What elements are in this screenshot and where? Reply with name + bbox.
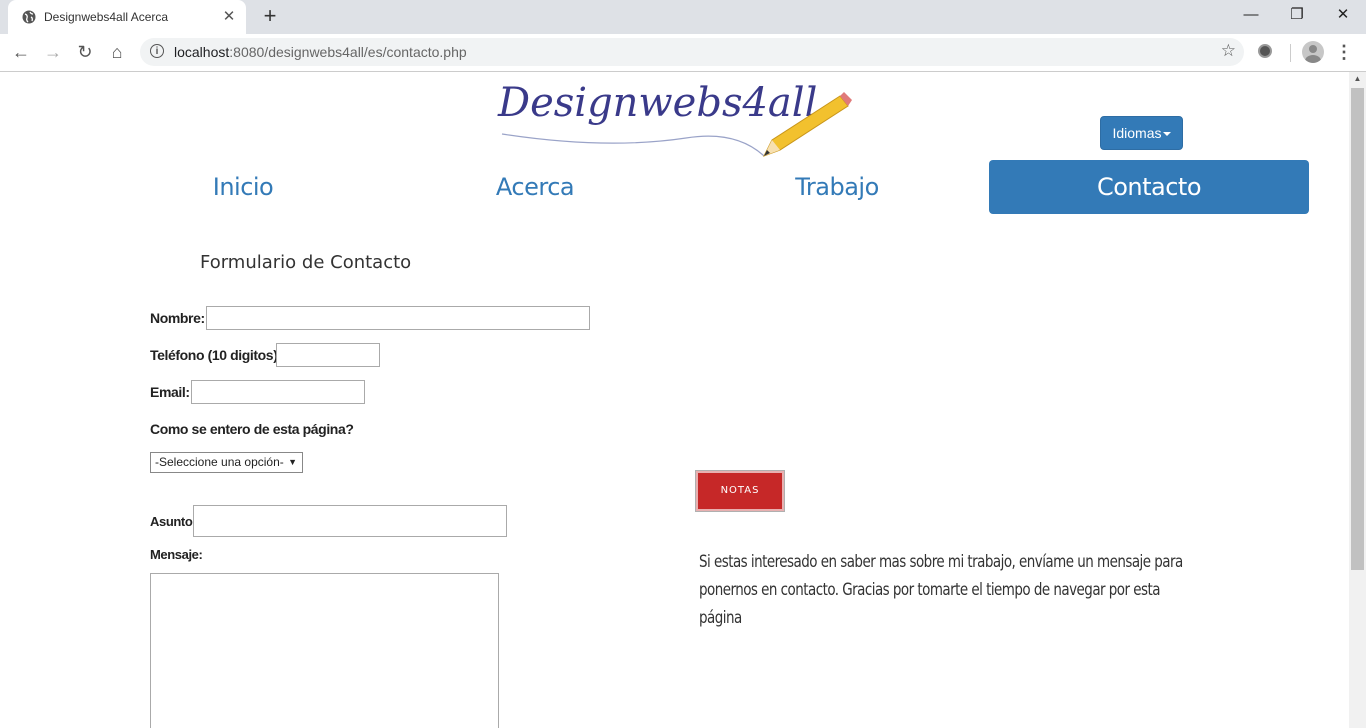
source-select[interactable]: -Seleccione una opción- ▼ [150, 452, 303, 473]
subject-label: Asunto: [150, 514, 197, 529]
browser-toolbar: ← → ↻ ⌂ i localhost:8080/designwebs4all/… [0, 34, 1366, 72]
page-scrollbar[interactable]: ▲ [1349, 72, 1366, 728]
url-path: :8080/designwebs4all/es/contacto.php [229, 44, 467, 60]
language-dropdown-button[interactable]: Idiomas [1100, 116, 1183, 150]
globe-icon [22, 10, 36, 24]
name-input[interactable] [206, 306, 590, 330]
message-textarea[interactable] [150, 573, 499, 728]
forward-icon[interactable]: → [41, 40, 65, 64]
restore-icon[interactable]: ❐ [1274, 0, 1320, 30]
name-label: Nombre: [150, 310, 205, 326]
browser-tab[interactable]: Designwebs4all Acerca ✕ [8, 0, 246, 34]
tab-title: Designwebs4all Acerca [44, 10, 169, 24]
nav-inicio[interactable]: Inicio [168, 160, 318, 214]
caret-down-icon [1162, 132, 1171, 137]
nav-contacto[interactable]: Contacto [989, 160, 1309, 214]
message-label: Mensaje: [150, 547, 203, 562]
email-input[interactable] [191, 380, 365, 404]
dropdown-arrow-icon: ▼ [288, 457, 297, 467]
reload-icon[interactable]: ↻ [73, 40, 97, 64]
phone-input[interactable] [276, 343, 380, 367]
back-icon[interactable]: ← [9, 40, 33, 64]
toolbar-divider [1290, 44, 1291, 62]
minimize-icon[interactable]: — [1228, 0, 1274, 30]
site-info-icon[interactable]: i [150, 44, 164, 58]
bookmark-star-icon[interactable]: ☆ [1221, 41, 1236, 61]
browser-menu-icon[interactable]: ⋮ [1334, 40, 1354, 64]
source-select-value: -Seleccione una opción- [155, 455, 284, 469]
browser-tab-bar: Designwebs4all Acerca ✕ + — ❐ ✕ [0, 0, 1366, 34]
form-title: Formulario de Contacto [200, 252, 412, 273]
home-icon[interactable]: ⌂ [105, 40, 129, 64]
site-logo[interactable]: Designwebs4all [496, 78, 856, 160]
pencil-icon [501, 92, 852, 157]
close-tab-icon[interactable]: ✕ [220, 8, 238, 26]
url-text[interactable]: localhost:8080/designwebs4all/es/contact… [174, 44, 467, 60]
phone-label: Teléfono (10 digitos): [150, 347, 282, 363]
scroll-up-arrow-icon[interactable]: ▲ [1349, 72, 1366, 86]
page-content: Designwebs4all Idiomas Inicio Acerca Tra… [0, 72, 1349, 728]
source-question: Como se entero de esta página? [150, 421, 354, 437]
notas-badge-text: NOTAS [720, 485, 760, 496]
notas-badge: NOTAS [695, 470, 785, 512]
url-host: localhost [174, 44, 230, 60]
profile-avatar-icon[interactable] [1302, 41, 1324, 63]
new-tab-icon[interactable]: + [258, 5, 282, 29]
extension-icon[interactable] [1258, 44, 1272, 58]
close-window-icon[interactable]: ✕ [1320, 0, 1366, 30]
email-label: Email: [150, 384, 190, 400]
nav-acerca[interactable]: Acerca [460, 160, 610, 214]
language-button-label: Idiomas [1112, 125, 1162, 141]
address-bar[interactable]: i localhost:8080/designwebs4all/es/conta… [140, 38, 1244, 66]
subject-input[interactable] [193, 505, 507, 537]
scroll-thumb[interactable] [1351, 88, 1364, 570]
notes-paragraph: Si estas interesado en saber mas sobre m… [699, 552, 1183, 628]
nav-trabajo[interactable]: Trabajo [762, 160, 912, 214]
